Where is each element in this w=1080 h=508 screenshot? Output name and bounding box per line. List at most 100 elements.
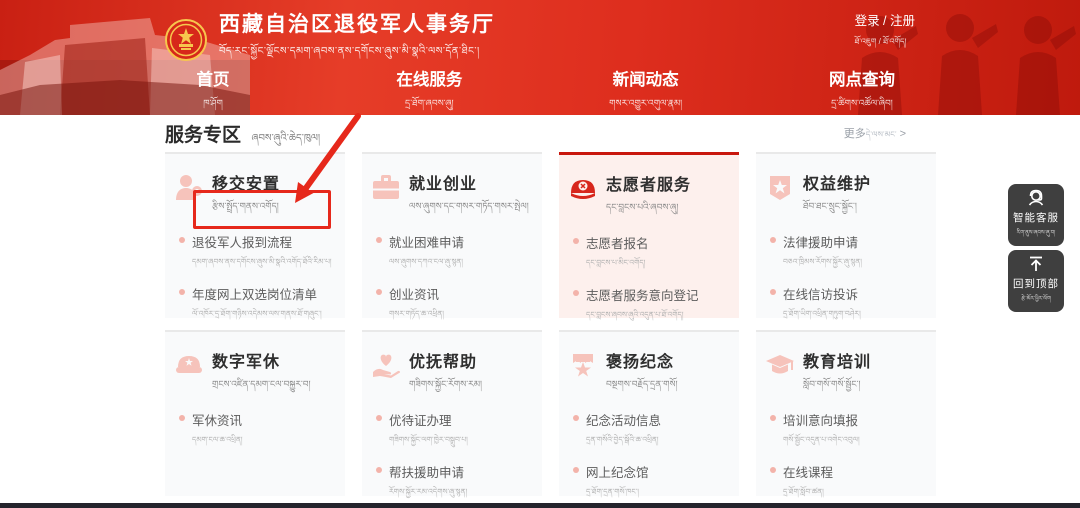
briefcase-icon — [373, 175, 399, 199]
nav-tab-online-services[interactable]: 在线服务 དྲ་ཐོག་ཞབས་ཞུ། — [381, 66, 477, 115]
link-label[interactable]: 退役军人报到流程 — [192, 236, 292, 250]
link-veteran-report-process[interactable]: 退役军人报到流程 དམག་ཞབས་ནས་དགོངས་ཞུས་མི་སྣའི་འག… — [179, 232, 337, 275]
smart-customer-service-button[interactable]: 智能客服 རིག་ནུས་ཞབས་ཞུ་བ། — [1008, 184, 1064, 246]
bullet-icon — [573, 467, 579, 473]
login-register-tibetan: ཐོ་འཇུག / ཐོ་འགོད། — [854, 37, 907, 46]
nav-tab-outlet-search-label[interactable]: 网点查询 — [814, 66, 910, 90]
card-title-tibetan: དང་བླངས་པའི་ཞབས་ཞུ། — [606, 202, 679, 212]
link-assistance-apply[interactable]: 帮扶援助申请 རོགས་སྐྱོར་རམ་འདེགས་ཞུ་སྙན། — [376, 462, 534, 505]
link-label[interactable]: 就业困难申请 — [389, 236, 464, 250]
card-title: 褒扬纪念 — [606, 354, 675, 371]
nav-tab-news-tibetan: གསར་འགྱུར་འགུལ་རྣམ། — [609, 98, 683, 108]
card-title-tibetan: ཐོབ་ཐང་སྲུང་སྐྱོང་། — [803, 201, 857, 211]
nav-tab-news[interactable]: 新闻动态 གསར་འགྱུར་འགུལ་རྣམ། — [598, 66, 694, 115]
bullet-icon — [376, 467, 382, 473]
link-employment-difficulty[interactable]: 就业困难申请 ལས་ཞུགས་དཀའ་ངལ་ཞུ་སྙན། — [376, 232, 534, 275]
link-label[interactable]: 在线信访投诉 — [783, 288, 858, 302]
link-label[interactable]: 在线课程 — [783, 466, 833, 480]
link-tibetan: ལས་ཞུགས་དཀའ་ངལ་ཞུ་སྙན། — [389, 257, 463, 266]
graduation-cap-icon — [766, 355, 794, 374]
card-head: 优抚帮助 གཟིགས་སྐྱོང་རོགས་རམ། — [370, 348, 534, 400]
card-title-tibetan: བསྔགས་བརྗོད་དྲན་གསོ། — [606, 379, 678, 389]
back-to-top-label[interactable]: 回到顶部 — [1013, 276, 1059, 291]
back-to-top-tibetan: རྩེ་མོར་ཕྱིར་ལོག — [1021, 296, 1051, 302]
card-title-tibetan: གཟིགས་སྐྱོང་རོགས་རམ། — [409, 379, 483, 389]
floating-button-panel: 智能客服 རིག་ནུས་ཞབས་ཞུ་བ། 回到顶部 རྩེ་མོར་ཕྱིར… — [1008, 184, 1064, 316]
more-link[interactable]: 更多དེ་ལས་མང་ > — [844, 125, 906, 148]
link-volunteer-intention[interactable]: 志愿者服务意向登记 དང་བླངས་ཞབས་ཞུའི་འདུན་པ་ཐོ་འགོ… — [573, 285, 731, 328]
link-annual-job-list[interactable]: 年度网上双选岗位清单 ལོ་འཁོར་དྲ་ཐོག་གཉིས་འདེམས་ལས་… — [179, 284, 337, 327]
link-retirement-info[interactable]: 军休资讯 དམག་ངལ་ཆ་འཕྲིན། — [179, 410, 337, 453]
link-label[interactable]: 帮扶援助申请 — [389, 466, 464, 480]
link-tibetan: བཅའ་ཁྲིམས་རོགས་སྐྱོར་ཞུ་སྙན། — [783, 257, 862, 266]
card-head: 志愿者服务 དང་བླངས་པའི་ཞབས་ཞུ། — [567, 171, 731, 223]
link-label[interactable]: 培训意向填报 — [783, 414, 858, 428]
nav-tab-home[interactable]: 首页 ཁ་ཤོག — [165, 66, 261, 115]
card-title-tibetan: སློབ་གསོ་གསོ་སྦྱོང་། — [803, 379, 861, 389]
link-tibetan: དྲན་གསོའི་བྱེད་སྒོའི་ཆ་འཕྲིན། — [586, 435, 659, 444]
service-cards-grid: 移交安置 རྩིས་སྤྲོད་གནས་འགོད། 退役军人报到流程 དམག་ཞ… — [165, 152, 936, 496]
link-online-courses[interactable]: 在线课程 དྲ་ཐོག་སློབ་ཚན། — [770, 462, 928, 505]
card-title-tibetan: རྩིས་སྤྲོད་གནས་འགོད། — [212, 201, 279, 211]
card-title-tibetan: ལས་ཞུགས་དང་གསར་གཏོད་གསར་སྤེལ། — [409, 201, 529, 211]
link-label[interactable]: 优待证办理 — [389, 414, 452, 428]
link-volunteer-signup[interactable]: 志愿者报名 དང་བླངས་པ་མིང་འགོད། — [573, 233, 731, 276]
smart-service-label[interactable]: 智能客服 — [1013, 210, 1059, 225]
card-rights-protection: 权益维护 ཐོབ་ཐང་སྲུང་སྐྱོང་། 法律援助申请 བཅའ་ཁྲིམ… — [756, 152, 936, 370]
link-memorial-events[interactable]: 纪念活动信息 དྲན་གསོའི་བྱེད་སྒོའི་ཆ་འཕྲིན། — [573, 410, 731, 453]
nav-tab-outlet-search[interactable]: 网点查询 དྲ་ཚིགས་འཚོལ་ཞིབ། — [814, 66, 910, 115]
national-emblem-logo — [165, 19, 207, 62]
section-title: 服务专区 — [165, 125, 242, 146]
site-brand[interactable]: 西藏自治区退役军人事务厅 བོད་རང་སྐྱོང་ལྗོངས་དམག་ཞབས་… — [165, 12, 495, 68]
card-title: 移交安置 — [212, 176, 281, 193]
site-title: 西藏自治区退役军人事务厅 — [219, 13, 495, 36]
login-register-label[interactable]: 登录 / 注册 — [855, 10, 915, 29]
link-startup-info[interactable]: 创业资讯 གསར་གཏོད་ཆ་འཕྲིན། — [376, 284, 534, 327]
nav-tab-news-label[interactable]: 新闻动态 — [598, 66, 694, 90]
link-tibetan: གསོ་སྦྱོང་འདུན་པ་འགེང་འབུལ། — [783, 435, 860, 444]
nav-tab-online-services-label[interactable]: 在线服务 — [381, 66, 477, 90]
more-label[interactable]: 更多 — [844, 128, 866, 140]
link-label[interactable]: 志愿者服务意向登记 — [586, 289, 699, 303]
link-label[interactable]: 创业资讯 — [389, 288, 439, 302]
card-title: 志愿者服务 — [606, 177, 692, 194]
nav-tab-home-label[interactable]: 首页 — [165, 66, 261, 90]
military-hat-icon — [176, 356, 202, 373]
link-label[interactable]: 纪念活动信息 — [586, 414, 661, 428]
service-zone-header: 服务专区 ཞབས་ཞུའི་ཆེད་ཁུལ། 更多དེ་ལས་མང་ > — [165, 120, 936, 150]
link-preferential-card[interactable]: 优待证办理 གཟིགས་སྐྱོང་ལག་ཁྱེར་བསྒྲུབ་པ། — [376, 410, 534, 453]
link-training-intention[interactable]: 培训意向填报 གསོ་སྦྱོང་འདུན་པ་འགེང་འབུལ། — [770, 410, 928, 453]
site-title-block: 西藏自治区退役军人事务厅 བོད་རང་སྐྱོང་ལྗོངས་དམག་ཞབས་… — [219, 12, 495, 68]
link-tibetan: གཟིགས་སྐྱོང་ལག་ཁྱེར་བསྒྲུབ་པ། — [389, 435, 468, 444]
site-title-tibetan: བོད་རང་སྐྱོང་ལྗོངས་དམག་ཞབས་ནས་དགོངས་ཞུས་… — [219, 46, 480, 58]
heart-hand-icon — [373, 354, 400, 378]
link-label[interactable]: 志愿者报名 — [586, 237, 649, 251]
link-tibetan: དྲ་ཐོག་དྲན་གསོ་ཁང་། — [586, 487, 639, 496]
back-to-top-button[interactable]: 回到顶部 རྩེ་མོར་ཕྱིར་ལོག — [1008, 250, 1064, 312]
card-digital-retirement: 数字军休 གྲངས་འཛིན་དམག་ངལ་བསྐྱུར་བ། 军休资讯 དམག… — [165, 330, 345, 496]
customer-service-icon — [1028, 189, 1044, 206]
card-head: 教育培训 སློབ་གསོ་གསོ་སྦྱོང་། — [764, 348, 928, 400]
link-label[interactable]: 法律援助申请 — [783, 236, 858, 250]
bullet-icon — [573, 290, 579, 296]
link-online-petition[interactable]: 在线信访投诉 དྲ་ཐོག་ཡིག་འཕྲིན་གཏུག་བཤེར། — [770, 284, 928, 327]
card-head: 权益维护 ཐོབ་ཐང་སྲུང་སྐྱོང་། — [764, 170, 928, 222]
link-tibetan: དམག་ཞབས་ནས་དགོངས་ཞུས་མི་སྣའི་འགོད་ཐོའི་ར… — [192, 257, 332, 266]
link-tibetan: དང་བླངས་པ་མིང་འགོད། — [586, 258, 646, 267]
link-label[interactable]: 网上纪念馆 — [586, 466, 649, 480]
bullet-icon — [770, 237, 776, 243]
nav-tab-home-tibetan: ཁ་ཤོག — [203, 98, 223, 108]
bullet-icon — [376, 237, 382, 243]
link-online-memorial[interactable]: 网上纪念馆 དྲ་ཐོག་དྲན་གསོ་ཁང་། — [573, 462, 731, 505]
link-legal-aid[interactable]: 法律援助申请 བཅའ་ཁྲིམས་རོགས་སྐྱོར་ཞུ་སྙན། — [770, 232, 928, 275]
bullet-icon — [770, 415, 776, 421]
card-head: 数字军休 གྲངས་འཛིན་དམག་ངལ་བསྐྱུར་བ། — [173, 348, 337, 400]
link-label[interactable]: 年度网上双选岗位清单 — [192, 288, 317, 302]
page-bottom-bar — [0, 503, 1080, 508]
card-preferential-care: 优抚帮助 གཟིགས་སྐྱོང་རོགས་རམ། 优待证办理 གཟིགས་སྐ… — [362, 330, 542, 496]
card-title: 数字军休 — [212, 354, 281, 371]
link-tibetan: དང་བླངས་ཞབས་ཞུའི་འདུན་པ་ཐོ་འགོད། — [586, 310, 684, 319]
link-label[interactable]: 军休资讯 — [192, 414, 242, 428]
volunteer-cap-icon — [571, 180, 595, 199]
login-register-link[interactable]: 登录 / 注册 ཐོ་འཇུག / ཐོ་འགོད། — [855, 10, 915, 55]
